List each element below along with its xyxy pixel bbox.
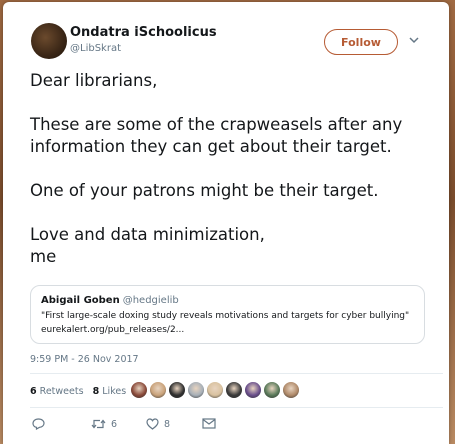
quoted-author: Abigail Goben @hedgielib: [41, 295, 179, 306]
retweet-icon: [91, 419, 106, 429]
reply-action[interactable]: [32, 418, 45, 430]
liker-avatar[interactable]: [207, 382, 223, 398]
like-action[interactable]: 8: [146, 418, 170, 430]
tweet-line: [30, 158, 442, 180]
tweet-line: me: [30, 247, 57, 266]
tweet-line: information they can get about their tar…: [30, 137, 392, 156]
author-name[interactable]: Ondatra iSchoolicus: [70, 25, 217, 40]
likes-count[interactable]: 8: [93, 386, 100, 397]
quoted-tweet[interactable]: Abigail Goben @hedgielib "First large-sca…: [30, 285, 425, 344]
message-action[interactable]: [202, 418, 216, 429]
tweet-line: These are some of the crapweasels after …: [30, 115, 403, 134]
tweet-text: Dear librarians, These are some of the c…: [30, 70, 442, 268]
tweet-line: One of your patrons might be their targe…: [30, 181, 379, 200]
tweet-line: Love and data minimization,: [30, 225, 265, 244]
quoted-author-handle: @hedgielib: [122, 295, 179, 306]
liker-avatar[interactable]: [245, 382, 261, 398]
reply-icon: [32, 418, 45, 430]
liker-avatar[interactable]: [283, 382, 299, 398]
likes-label[interactable]: Likes: [102, 386, 126, 397]
retweets-label[interactable]: Retweets: [40, 386, 84, 397]
liker-avatar[interactable]: [131, 382, 147, 398]
follow-button-label: Follow: [341, 35, 381, 49]
author-avatar[interactable]: [31, 23, 67, 59]
chevron-down-icon[interactable]: [408, 35, 420, 45]
liker-avatar[interactable]: [264, 382, 280, 398]
liker-avatar[interactable]: [150, 382, 166, 398]
engagement-stats: 6 Retweets 8 Likes: [30, 386, 126, 397]
liker-avatar[interactable]: [226, 382, 242, 398]
retweet-action[interactable]: 6: [91, 418, 117, 430]
tweet-line: Dear librarians,: [30, 71, 158, 90]
quoted-author-name: Abigail Goben: [41, 295, 120, 306]
tweet-line: [30, 92, 442, 114]
tweet-line: [30, 202, 442, 224]
tweet-timestamp[interactable]: 9:59 PM - 26 Nov 2017: [30, 354, 139, 365]
tweet-card: Ondatra iSchoolicus @LibSkrat Follow Dea…: [3, 2, 449, 444]
retweet-count: 6: [111, 418, 118, 430]
follow-button[interactable]: Follow: [324, 29, 398, 55]
divider: [30, 407, 443, 408]
like-count: 8: [164, 418, 171, 430]
quoted-link[interactable]: eurekalert.org/pub_releases/2...: [41, 325, 184, 335]
envelope-icon: [202, 418, 216, 429]
author-handle[interactable]: @LibSkrat: [70, 43, 121, 54]
liker-avatar[interactable]: [188, 382, 204, 398]
heart-icon: [146, 418, 159, 430]
divider: [30, 373, 443, 374]
liker-avatar[interactable]: [169, 382, 185, 398]
retweets-count[interactable]: 6: [30, 386, 37, 397]
quoted-text: "First large-scale doxing study reveals …: [41, 311, 410, 321]
